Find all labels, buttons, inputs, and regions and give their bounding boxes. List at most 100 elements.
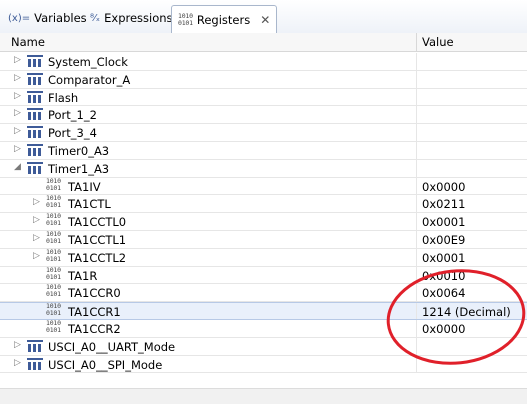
column-value[interactable]: Value <box>422 35 454 49</box>
tree-row[interactable]: ◢ Timer1_A3 <box>0 159 527 178</box>
close-icon[interactable]: ✕ <box>260 13 270 27</box>
column-divider <box>416 53 417 70</box>
collapsed-arrow-icon[interactable]: ▷ <box>33 197 40 207</box>
column-divider <box>416 319 417 337</box>
register-group-icon <box>27 161 43 174</box>
tree-row[interactable]: ▷ 1010 0101 TA1CCTL2 0x0001 <box>0 248 527 267</box>
register-value[interactable]: 0x0000 <box>422 180 465 194</box>
collapsed-arrow-icon[interactable]: ▷ <box>14 73 21 83</box>
register-value[interactable]: 1214 (Decimal) <box>422 305 511 319</box>
column-divider <box>416 230 417 248</box>
tree-row[interactable]: ▷ USCI_A0__SPI_Mode <box>0 355 527 374</box>
view-tab-bar: (x)= Variables ⁸⁄ₓ Expressions 1010 0101 … <box>0 0 527 34</box>
register-group-icon <box>27 339 43 352</box>
register-name: Timer0_A3 <box>48 143 110 158</box>
register-name: TA1CCR0 <box>68 286 121 301</box>
register-value[interactable]: 0x00E9 <box>422 233 465 247</box>
register-group-icon <box>27 357 43 370</box>
tree-row[interactable]: ▷ Port_3_4 <box>0 124 527 142</box>
collapsed-arrow-icon[interactable]: ▷ <box>14 340 21 350</box>
tab-label: Expressions <box>104 11 173 25</box>
column-divider <box>416 355 417 373</box>
tree-row[interactable]: ▷ Timer0_A3 <box>0 141 527 160</box>
register-name: TA1CCR1 <box>68 305 121 320</box>
column-divider <box>416 195 417 213</box>
collapsed-arrow-icon[interactable]: ▷ <box>33 215 40 225</box>
tree-row[interactable]: ▷ USCI_A0__UART_Mode <box>0 337 527 356</box>
register-icon: 1010 0101 <box>46 212 61 228</box>
tree-row[interactable]: ▷ 1010 0101 TA1CTL 0x0211 <box>0 194 527 214</box>
register-name: Port_1_2 <box>48 108 97 123</box>
register-name: TA1IV <box>68 179 101 194</box>
column-divider <box>416 88 417 106</box>
register-value[interactable]: 0x0001 <box>422 215 465 229</box>
tree-row[interactable]: 1010 0101 TA1R 0x0010 <box>0 265 527 285</box>
column-divider <box>416 177 417 195</box>
column-divider <box>416 248 417 266</box>
register-name: TA1CCTL2 <box>68 250 127 265</box>
tab-label: Variables <box>34 11 87 25</box>
register-group-icon <box>27 72 43 85</box>
register-icon: 1010 0101 <box>46 229 61 245</box>
register-value[interactable]: 0x0064 <box>422 286 465 300</box>
register-group-icon <box>27 143 43 156</box>
column-divider <box>416 159 417 177</box>
tab-expressions[interactable]: ⁸⁄ₓ Expressions <box>84 5 179 31</box>
tree-row[interactable]: 1010 0101 TA1IV 0x0000 <box>0 176 527 196</box>
expressions-icon: ⁸⁄ₓ <box>90 12 101 24</box>
register-value[interactable]: 0x0000 <box>422 322 465 336</box>
collapsed-arrow-icon[interactable]: ▷ <box>33 251 40 261</box>
register-group-icon <box>27 108 43 121</box>
expanded-arrow-icon[interactable]: ◢ <box>14 162 21 172</box>
column-divider <box>416 303 417 319</box>
collapsed-arrow-icon[interactable]: ▷ <box>14 126 21 136</box>
register-icon: 1010 0101 <box>46 318 61 334</box>
tree-row[interactable]: 1010 0101 TA1CCR1 1214 (Decimal) <box>0 302 527 320</box>
tab-registers[interactable]: 1010 0101 Registers ✕ <box>171 5 278 34</box>
register-group-icon <box>27 90 43 103</box>
collapsed-arrow-icon[interactable]: ▷ <box>33 233 40 243</box>
column-name[interactable]: Name <box>11 35 45 49</box>
tree-row[interactable]: ▷ Port_1_2 <box>0 106 527 125</box>
variables-icon: (x)= <box>8 12 31 24</box>
column-divider <box>416 266 417 284</box>
register-name: USCI_A0__UART_Mode <box>48 339 176 354</box>
register-icon: 1010 0101 <box>46 176 61 192</box>
column-divider <box>416 337 417 355</box>
column-divider <box>416 124 417 141</box>
register-name: TA1CCTL0 <box>68 215 127 230</box>
register-name: Comparator_A <box>48 72 131 87</box>
registers-icon: 1010 0101 <box>178 11 193 27</box>
collapsed-arrow-icon[interactable]: ▷ <box>14 358 21 368</box>
register-name: Timer1_A3 <box>48 161 110 176</box>
register-icon: 1010 0101 <box>46 283 61 299</box>
column-divider[interactable] <box>416 33 417 51</box>
register-icon: 1010 0101 <box>46 302 61 318</box>
tree-row[interactable]: ▷ Flash <box>0 88 527 107</box>
tree-row[interactable]: ▷ Comparator_A <box>0 70 527 89</box>
column-divider <box>416 213 417 230</box>
column-divider <box>416 284 417 302</box>
register-icon: 1010 0101 <box>46 194 61 210</box>
tree-row[interactable]: ▷ 1010 0101 TA1CCTL1 0x00E9 <box>0 229 527 249</box>
register-name: TA1CTL <box>68 197 111 212</box>
register-name: USCI_A0__SPI_Mode <box>48 357 163 372</box>
collapsed-arrow-icon[interactable]: ▷ <box>14 108 21 118</box>
horizontal-scrollbar[interactable] <box>0 388 527 404</box>
column-divider <box>416 70 417 88</box>
tree-row[interactable]: ▷ System_Clock <box>0 53 527 71</box>
register-name: System_Clock <box>48 55 128 69</box>
tree-row[interactable]: 1010 0101 TA1CCR2 0x0000 <box>0 318 527 338</box>
register-name: TA1R <box>68 268 98 283</box>
register-icon: 1010 0101 <box>46 265 61 281</box>
column-divider <box>416 141 417 159</box>
collapsed-arrow-icon[interactable]: ▷ <box>14 91 21 101</box>
tree-row[interactable]: ▷ 1010 0101 TA1CCTL0 0x0001 <box>0 213 527 231</box>
register-value[interactable]: 0x0001 <box>422 251 465 265</box>
tab-variables[interactable]: (x)= Variables <box>2 5 93 31</box>
register-value[interactable]: 0x0010 <box>422 269 465 283</box>
register-value[interactable]: 0x0211 <box>422 197 465 211</box>
collapsed-arrow-icon[interactable]: ▷ <box>14 55 21 65</box>
tree-row[interactable]: 1010 0101 TA1CCR0 0x0064 <box>0 283 527 303</box>
collapsed-arrow-icon[interactable]: ▷ <box>14 144 21 154</box>
